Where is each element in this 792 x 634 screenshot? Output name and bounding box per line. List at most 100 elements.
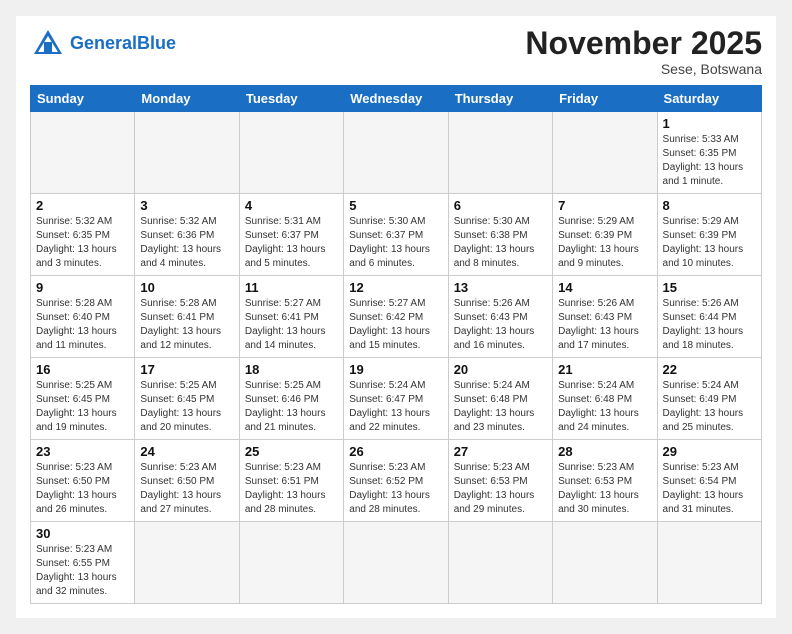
week-row-1: 2 Sunrise: 5:32 AM Sunset: 6:35 PM Daylig… [31,194,762,276]
day-number: 30 [36,526,129,541]
logo: GeneralBlue [30,26,176,62]
day-info: Sunrise: 5:26 AM Sunset: 6:44 PM Dayligh… [663,297,756,353]
week-row-4: 23Sunrise: 5:23 AM Sunset: 6:50 PM Dayli… [31,440,762,522]
day-info: Sunrise: 5:23 AM Sunset: 6:54 PM Dayligh… [663,461,756,517]
day-cell: 20Sunrise: 5:24 AM Sunset: 6:48 PM Dayli… [448,358,552,440]
day-number: 2 [36,198,129,213]
day-cell: 13Sunrise: 5:26 AM Sunset: 6:43 PM Dayli… [448,276,552,358]
calendar-table: SundayMondayTuesdayWednesdayThursdayFrid… [30,85,762,604]
day-number: 8 [663,198,756,213]
weekday-header-row: SundayMondayTuesdayWednesdayThursdayFrid… [31,86,762,112]
weekday-header-monday: Monday [135,86,239,112]
day-number: 7 [558,198,651,213]
day-number: 26 [349,444,442,459]
day-cell: 18Sunrise: 5:25 AM Sunset: 6:46 PM Dayli… [239,358,343,440]
day-info: Sunrise: 5:23 AM Sunset: 6:51 PM Dayligh… [245,461,338,517]
day-number: 9 [36,280,129,295]
day-number: 27 [454,444,547,459]
day-cell [553,522,657,604]
weekday-header-friday: Friday [553,86,657,112]
day-cell: 16Sunrise: 5:25 AM Sunset: 6:45 PM Dayli… [31,358,135,440]
day-cell: 27 Sunrise: 5:23 AM Sunset: 6:53 PM Dayli… [448,440,552,522]
day-info: Sunrise: 5:32 AM Sunset: 6:35 PM Dayligh… [36,215,129,271]
day-number: 4 [245,198,338,213]
logo-icon [30,26,66,62]
day-cell: 11 Sunrise: 5:27 AM Sunset: 6:41 PM Dayli… [239,276,343,358]
week-row-2: 9Sunrise: 5:28 AM Sunset: 6:40 PM Daylig… [31,276,762,358]
day-info: Sunrise: 5:27 AM Sunset: 6:42 PM Dayligh… [349,297,442,353]
day-info: Sunrise: 5:23 AM Sunset: 6:50 PM Dayligh… [140,461,233,517]
day-number: 29 [663,444,756,459]
location: Sese, Botswana [525,61,762,77]
day-info: Sunrise: 5:24 AM Sunset: 6:48 PM Dayligh… [558,379,651,435]
day-number: 28 [558,444,651,459]
day-info: Sunrise: 5:24 AM Sunset: 6:48 PM Dayligh… [454,379,547,435]
day-info: Sunrise: 5:29 AM Sunset: 6:39 PM Dayligh… [663,215,756,271]
weekday-header-wednesday: Wednesday [344,86,448,112]
day-info: Sunrise: 5:29 AM Sunset: 6:39 PM Dayligh… [558,215,651,271]
day-number: 15 [663,280,756,295]
day-cell [135,112,239,194]
day-cell [239,522,343,604]
day-cell [31,112,135,194]
week-row-5: 30 Sunrise: 5:23 AM Sunset: 6:55 PM Dayli… [31,522,762,604]
day-cell: 24Sunrise: 5:23 AM Sunset: 6:50 PM Dayli… [135,440,239,522]
day-number: 12 [349,280,442,295]
day-cell: 29 Sunrise: 5:23 AM Sunset: 6:54 PM Dayli… [657,440,761,522]
day-cell: 7 Sunrise: 5:29 AM Sunset: 6:39 PM Daylig… [553,194,657,276]
weekday-header-saturday: Saturday [657,86,761,112]
day-number: 16 [36,362,129,377]
day-cell [344,112,448,194]
day-number: 6 [454,198,547,213]
logo-text: GeneralBlue [70,34,176,54]
day-cell: 12 Sunrise: 5:27 AM Sunset: 6:42 PM Dayli… [344,276,448,358]
day-number: 1 [663,116,756,131]
weekday-header-tuesday: Tuesday [239,86,343,112]
day-info: Sunrise: 5:31 AM Sunset: 6:37 PM Dayligh… [245,215,338,271]
day-cell: 14Sunrise: 5:26 AM Sunset: 6:43 PM Dayli… [553,276,657,358]
day-info: Sunrise: 5:23 AM Sunset: 6:53 PM Dayligh… [454,461,547,517]
day-info: Sunrise: 5:28 AM Sunset: 6:41 PM Dayligh… [140,297,233,353]
day-number: 11 [245,280,338,295]
day-info: Sunrise: 5:26 AM Sunset: 6:43 PM Dayligh… [558,297,651,353]
day-number: 3 [140,198,233,213]
week-row-3: 16 Sunrise: 5:25 AM Sunset: 6:45 PM Dayli… [31,358,762,440]
day-cell [448,112,552,194]
day-number: 21 [558,362,651,377]
day-number: 22 [663,362,756,377]
day-info: Sunrise: 5:25 AM Sunset: 6:45 PM Dayligh… [140,379,233,435]
weekday-header-sunday: Sunday [31,86,135,112]
day-cell: 17Sunrise: 5:25 AM Sunset: 6:45 PM Dayli… [135,358,239,440]
day-number: 13 [454,280,547,295]
day-info: Sunrise: 5:23 AM Sunset: 6:55 PM Dayligh… [36,543,129,599]
weekday-header-thursday: Thursday [448,86,552,112]
day-cell [239,112,343,194]
logo-general: General [70,33,137,53]
day-cell: 10 Sunrise: 5:28 AM Sunset: 6:41 PM Dayli… [135,276,239,358]
day-cell: 21 Sunrise: 5:24 AM Sunset: 6:48 PM Dayli… [553,358,657,440]
day-cell: 30 Sunrise: 5:23 AM Sunset: 6:55 PM Dayli… [31,522,135,604]
day-info: Sunrise: 5:23 AM Sunset: 6:53 PM Dayligh… [558,461,651,517]
day-info: Sunrise: 5:33 AM Sunset: 6:35 PM Dayligh… [663,133,756,189]
day-info: Sunrise: 5:24 AM Sunset: 6:47 PM Dayligh… [349,379,442,435]
day-cell: 8 Sunrise: 5:29 AM Sunset: 6:39 PM Daylig… [657,194,761,276]
day-info: Sunrise: 5:23 AM Sunset: 6:50 PM Dayligh… [36,461,129,517]
day-cell: 2 Sunrise: 5:32 AM Sunset: 6:35 PM Daylig… [31,194,135,276]
day-cell [344,522,448,604]
day-cell: 25 Sunrise: 5:23 AM Sunset: 6:51 PM Dayli… [239,440,343,522]
day-info: Sunrise: 5:24 AM Sunset: 6:49 PM Dayligh… [663,379,756,435]
logo-blue: Blue [137,33,176,53]
day-cell: 26Sunrise: 5:23 AM Sunset: 6:52 PM Dayli… [344,440,448,522]
day-number: 25 [245,444,338,459]
day-number: 18 [245,362,338,377]
day-cell: 23Sunrise: 5:23 AM Sunset: 6:50 PM Dayli… [31,440,135,522]
day-info: Sunrise: 5:32 AM Sunset: 6:36 PM Dayligh… [140,215,233,271]
day-info: Sunrise: 5:30 AM Sunset: 6:38 PM Dayligh… [454,215,547,271]
day-cell: 28 Sunrise: 5:23 AM Sunset: 6:53 PM Dayli… [553,440,657,522]
calendar-container: GeneralBlue November 2025 Sese, Botswana… [16,16,776,618]
day-cell [657,522,761,604]
day-info: Sunrise: 5:27 AM Sunset: 6:41 PM Dayligh… [245,297,338,353]
day-cell: 15 Sunrise: 5:26 AM Sunset: 6:44 PM Dayli… [657,276,761,358]
day-number: 10 [140,280,233,295]
day-cell: 4 Sunrise: 5:31 AM Sunset: 6:37 PM Daylig… [239,194,343,276]
